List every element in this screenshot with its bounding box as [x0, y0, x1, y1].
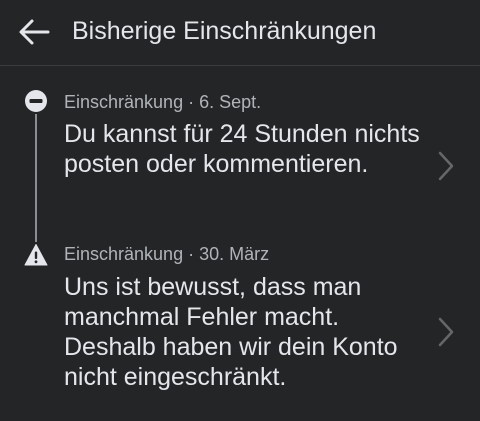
entry-type: Einschränkung: [64, 244, 184, 264]
chevron-right-icon: [438, 317, 454, 347]
entry-text: Du kannst für 24 Stunden nichts posten o…: [64, 120, 420, 178]
restriction-entry[interactable]: Einschränkung · 30. März Uns ist bewusst…: [0, 240, 480, 410]
entry-meta: Einschränkung · 30. März: [64, 243, 269, 265]
entry-separator: ·: [188, 244, 195, 264]
chevron-right-icon: [438, 151, 454, 181]
entry-type: Einschränkung: [64, 92, 184, 112]
warning-icon: [24, 243, 48, 267]
restriction-entry[interactable]: Einschränkung · 6. Sept. Du kannst für 2…: [0, 86, 480, 220]
arrow-left-icon: [19, 19, 50, 45]
entry-text: Uns ist bewusst, dass man manchmal Fehle…: [64, 273, 398, 391]
entry-date: 6. Sept.: [199, 92, 262, 112]
entry-separator: ·: [188, 92, 195, 112]
entry-date: 30. März: [199, 244, 270, 264]
back-button[interactable]: [14, 12, 54, 52]
entry-meta: Einschränkung · 6. Sept.: [64, 91, 261, 113]
no-entry-icon: [24, 89, 48, 113]
app-header: Bisherige Einschränkungen: [0, 0, 480, 66]
page-title: Bisherige Einschränkungen: [72, 17, 377, 45]
